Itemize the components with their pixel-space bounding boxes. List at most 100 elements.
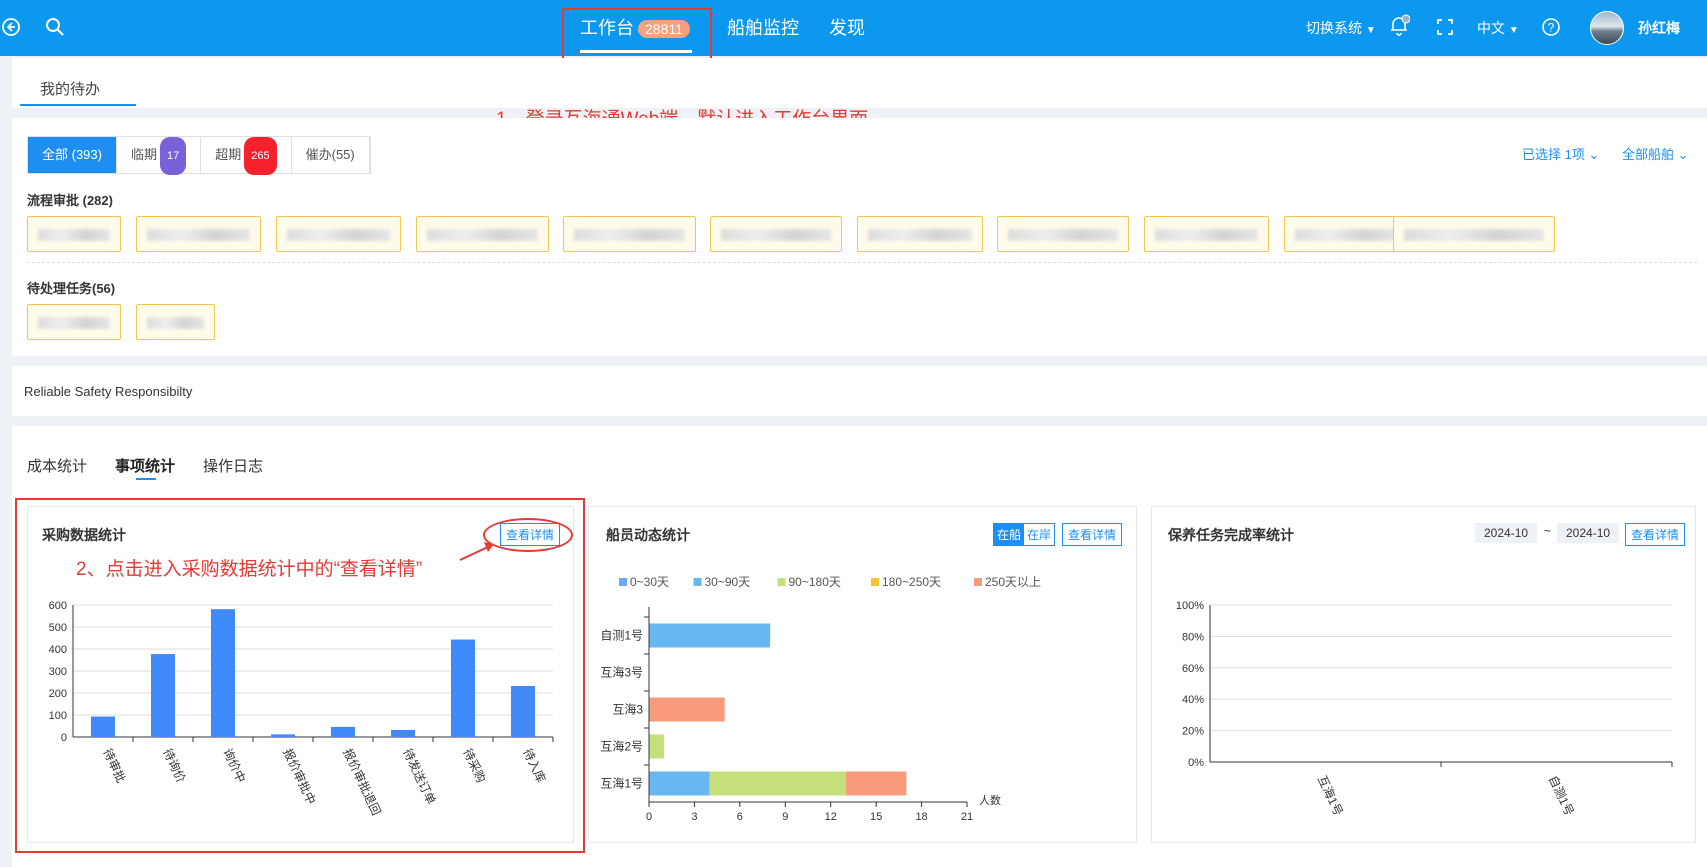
crew-bar-chart: 0~30天 30~90天 90~180天 180~250天 250天以上自测1号互海3号…	[600, 575, 1041, 823]
task-item[interactable]	[136, 304, 215, 340]
legend-label: 180~250天	[882, 575, 941, 589]
fullscreen-icon[interactable]	[1434, 16, 1456, 38]
approval-section-title: 流程审批 (282)	[27, 193, 113, 208]
maintenance-detail-button[interactable]: 查看详情	[1625, 523, 1686, 546]
toggle-onboard[interactable]: 在船	[994, 524, 1025, 545]
x-tick-label: 0	[646, 811, 652, 823]
toggle-ashore[interactable]: 在岸	[1024, 524, 1054, 545]
approval-item[interactable]	[276, 216, 401, 252]
svg-text:?: ?	[1548, 21, 1555, 35]
date-from-input[interactable]: 2024-10	[1475, 523, 1538, 543]
tab-matter-stats[interactable]: 事项统计	[115, 455, 175, 476]
back-icon[interactable]	[0, 16, 22, 38]
language-menu[interactable]: 中文 ▼	[1477, 18, 1519, 38]
filter-overdue[interactable]: 超期 265	[201, 137, 292, 175]
x-tick-label: 9	[782, 811, 788, 823]
crew-location-toggle: 在船 在岸	[993, 523, 1056, 546]
filter-near-due-label: 临期	[130, 147, 157, 162]
y-tick-label: 互海1号	[600, 776, 643, 791]
tab-cost-stats[interactable]: 成本统计	[27, 455, 87, 476]
user-name[interactable]: 孙红梅	[1638, 18, 1680, 38]
filter-near-due[interactable]: 临期 17	[116, 137, 202, 175]
all-ships-dropdown[interactable]: 全部船舶 ⌄	[1622, 144, 1689, 163]
y-tick-label: 互海3号	[600, 665, 643, 680]
annotation-step2: 2、点击进入采购数据统计中的“查看详情”	[76, 559, 423, 580]
overdue-count-badge: 265	[244, 137, 277, 175]
legend-swatch	[777, 578, 786, 586]
approval-item[interactable]	[1284, 216, 1409, 252]
legend-swatch	[619, 578, 627, 586]
x-tick-label: 互海1号	[1315, 773, 1347, 818]
caret-down-icon: ▼	[1508, 25, 1519, 36]
switch-system-label: 切换系统	[1306, 20, 1362, 36]
selected-count-dropdown[interactable]: 已选择 1项 ⌄	[1522, 144, 1599, 163]
language-label: 中文	[1477, 20, 1505, 36]
approval-item[interactable]	[416, 216, 549, 252]
y-tick-label: 互海2号	[600, 739, 643, 754]
tab-active-indicator	[20, 104, 136, 106]
tasks-section-title: 待处理任务(56)	[27, 281, 116, 296]
bar-segment	[845, 771, 907, 796]
maintenance-card-title: 保养任务完成率统计	[1168, 527, 1294, 543]
approval-item[interactable]	[563, 216, 696, 252]
y-tick-label: 互海3	[612, 702, 643, 717]
nav-discover[interactable]: 发现	[829, 14, 865, 40]
filter-overdue-label: 超期	[215, 147, 242, 162]
crew-detail-button[interactable]: 查看详情	[1062, 523, 1123, 546]
task-item[interactable]	[27, 304, 121, 340]
y-tick-label: 80%	[1182, 631, 1204, 643]
bell-icon[interactable]	[1388, 14, 1410, 36]
nav-ship-monitor[interactable]: 船舶监控	[727, 14, 799, 40]
help-icon[interactable]: ?	[1540, 16, 1562, 38]
crew-card-title: 船员动态统计	[606, 527, 690, 543]
x-tick-label: 3	[691, 811, 697, 823]
x-tick-label: 自测1号	[1546, 773, 1577, 818]
tab-operation-log[interactable]: 操作日志	[203, 455, 263, 476]
x-tick-label: 15	[870, 811, 882, 823]
banner-text: Reliable Safety Responsibilty	[24, 384, 193, 399]
annotation-arrow	[459, 542, 494, 561]
date-to-input[interactable]: 2024-10	[1557, 523, 1620, 543]
approval-item[interactable]	[1144, 216, 1269, 252]
filter-all[interactable]: 全部 (393)	[28, 137, 117, 173]
todo-filter-group: 全部 (393) 临期 17 超期 265 催办(55)	[27, 136, 371, 175]
search-icon[interactable]	[44, 16, 66, 38]
y-tick-label: 40%	[1182, 694, 1204, 706]
selected-count-label: 已选择 1项	[1522, 147, 1585, 162]
x-tick-label: 6	[737, 811, 743, 823]
x-axis-label: 人数	[979, 794, 1001, 807]
legend-label: 90~180天	[789, 575, 841, 589]
date-separator: ~	[1544, 524, 1552, 538]
chevron-down-icon: ⌄	[1588, 147, 1600, 162]
y-tick-label: 0%	[1188, 757, 1204, 769]
filter-urged[interactable]: 催办(55)	[291, 137, 370, 173]
legend-swatch	[871, 578, 879, 586]
section-divider	[27, 262, 1697, 263]
approval-item[interactable]	[710, 216, 842, 252]
y-tick-label: 100%	[1176, 600, 1204, 612]
legend-label: 0~30天	[630, 575, 669, 589]
bar-segment	[649, 697, 725, 722]
bar-segment	[649, 734, 665, 759]
legend-swatch	[974, 578, 982, 586]
maintenance-stats-card: 保养任务完成率统计 2024-10 ~ 2024-10 查看详情 0% 20% 40…	[1151, 506, 1696, 843]
legend-swatch	[693, 578, 702, 586]
maintenance-bar-chart: 0% 20% 40% 60% 80% 100% 互海1号 自测1号	[1176, 600, 1673, 818]
approval-item[interactable]	[1393, 216, 1555, 252]
y-tick-label: 60%	[1182, 663, 1204, 675]
approval-item[interactable]	[997, 216, 1129, 252]
y-tick-label: 自测1号	[600, 629, 643, 643]
top-navbar: 工作台 28811 船舶监控 发现 切换系统 ▼ 中文 ▼ ? 孙红梅	[0, 0, 1707, 56]
approval-item[interactable]	[857, 216, 983, 252]
x-tick-label: 18	[915, 811, 927, 823]
switch-system-menu[interactable]: 切换系统 ▼	[1306, 18, 1376, 38]
caret-down-icon: ▼	[1365, 25, 1376, 36]
approval-item[interactable]	[136, 216, 261, 252]
approval-item[interactable]	[27, 216, 121, 252]
bar-segment	[649, 771, 710, 796]
x-tick-label: 21	[961, 811, 973, 823]
tab-my-todo[interactable]: 我的待办	[40, 78, 100, 99]
annotation-box-purchase	[15, 498, 585, 853]
avatar[interactable]	[1590, 11, 1624, 45]
x-tick-label: 12	[825, 811, 837, 823]
